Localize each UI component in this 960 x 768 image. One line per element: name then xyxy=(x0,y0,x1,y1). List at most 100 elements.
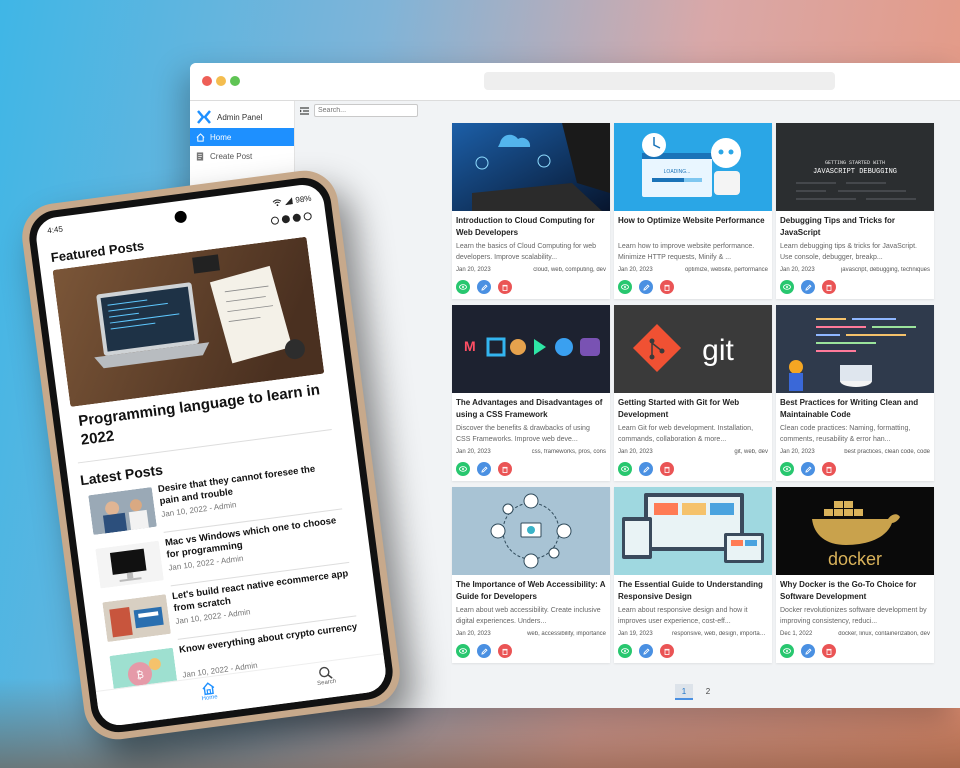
carousel-dot[interactable] xyxy=(292,213,302,223)
minimize-window-button[interactable] xyxy=(216,76,226,86)
close-window-button[interactable] xyxy=(202,76,212,86)
view-button[interactable] xyxy=(618,644,632,658)
post-description: Learn how to improve website performance… xyxy=(618,243,755,261)
pencil-icon xyxy=(480,283,488,291)
post-thumbnail-git: git xyxy=(614,305,772,393)
page-2-button[interactable]: 2 xyxy=(699,684,717,698)
delete-button[interactable] xyxy=(660,280,674,294)
post-actions xyxy=(456,644,512,658)
eye-icon xyxy=(783,648,791,654)
tab-home[interactable]: Home xyxy=(178,677,240,705)
edit-button[interactable] xyxy=(477,280,491,294)
post-meta: Jan 20, 2023 css, frameworks, pros, cons xyxy=(456,449,606,455)
edit-button[interactable] xyxy=(801,644,815,658)
post-meta: Jan 20, 2023 git, web, dev xyxy=(618,449,768,455)
home-icon xyxy=(195,132,205,142)
post-thumbnail-performance: LOADING... xyxy=(614,123,772,211)
edit-button[interactable] xyxy=(639,462,653,476)
post-description: Discover the benefits & drawbacks of usi… xyxy=(456,425,590,443)
post-card: Best Practices for Writing Clean and Mai… xyxy=(776,305,934,481)
delete-button[interactable] xyxy=(498,644,512,658)
view-button[interactable] xyxy=(456,644,470,658)
edit-button[interactable] xyxy=(801,462,815,476)
featured-post-image[interactable] xyxy=(52,236,325,407)
carousel-dot[interactable] xyxy=(303,211,313,221)
post-meta: Jan 19, 2023 responsive, web, design, im… xyxy=(618,631,768,637)
trash-icon xyxy=(664,466,670,473)
carousel-dot[interactable] xyxy=(270,216,280,226)
view-button[interactable] xyxy=(780,462,794,476)
post-title[interactable]: How to Optimize Website Performance xyxy=(618,215,768,227)
post-description: Learn debugging tips & tricks for JavaSc… xyxy=(780,243,917,261)
post-date: Jan 20, 2023 xyxy=(780,267,815,273)
carousel-dot[interactable] xyxy=(281,214,291,224)
delete-button[interactable] xyxy=(660,462,674,476)
post-actions xyxy=(456,280,512,294)
menu-toggle-icon[interactable] xyxy=(300,107,309,115)
pencil-icon xyxy=(804,647,812,655)
post-title[interactable]: Introduction to Cloud Computing for Web … xyxy=(456,215,606,239)
view-button[interactable] xyxy=(456,462,470,476)
post-description: Clean code practices: Naming, formatting… xyxy=(780,425,911,443)
status-bar: 4:45 98% xyxy=(47,192,312,239)
post-actions xyxy=(456,462,512,476)
eye-icon xyxy=(621,284,629,290)
delete-button[interactable] xyxy=(822,280,836,294)
maximize-window-button[interactable] xyxy=(230,76,240,86)
sidebar-item-home[interactable]: Home xyxy=(190,128,294,146)
view-button[interactable] xyxy=(780,644,794,658)
post-title: Desire that they cannot foresee the pain… xyxy=(157,463,316,508)
post-thumbnail xyxy=(88,487,157,536)
sidebar-item-create-post[interactable]: Create Post xyxy=(190,147,294,165)
pencil-icon xyxy=(642,465,650,473)
post-date: Jan 19, 2023 xyxy=(618,631,653,637)
post-title[interactable]: Best Practices for Writing Clean and Mai… xyxy=(780,397,930,421)
post-title[interactable]: The Importance of Web Accessibility: A G… xyxy=(456,579,606,603)
eye-icon xyxy=(621,466,629,472)
search-input[interactable] xyxy=(314,104,418,117)
post-tags: best practices, clean code, code xyxy=(844,449,930,455)
delete-button[interactable] xyxy=(498,280,512,294)
view-button[interactable] xyxy=(780,280,794,294)
trash-icon xyxy=(826,466,832,473)
trash-icon xyxy=(664,648,670,655)
post-title[interactable]: The Advantages and Disadvantages of usin… xyxy=(456,397,606,421)
tab-search[interactable]: Search xyxy=(295,662,357,690)
wifi-icon xyxy=(272,198,282,206)
post-thumbnail-cloud xyxy=(452,123,610,211)
post-meta: Dec 1, 2022 docker, linux, containerizat… xyxy=(780,631,930,637)
delete-button[interactable] xyxy=(822,644,836,658)
post-title[interactable]: Why Docker is the Go-To Choice for Softw… xyxy=(780,579,930,603)
status-time: 4:45 xyxy=(46,224,64,236)
page-1-button[interactable]: 1 xyxy=(675,684,693,700)
post-tags: css, frameworks, pros, cons xyxy=(531,449,606,455)
post-tags: web, accessibility, importance xyxy=(527,631,606,637)
delete-button[interactable] xyxy=(822,462,836,476)
post-title[interactable]: Debugging Tips and Tricks for JavaScript xyxy=(780,215,930,239)
post-tags: git, web, dev xyxy=(734,449,768,455)
view-button[interactable] xyxy=(618,462,632,476)
sidebar-item-label: Create Post xyxy=(210,151,253,161)
trash-icon xyxy=(826,648,832,655)
edit-button[interactable] xyxy=(639,644,653,658)
delete-button[interactable] xyxy=(660,644,674,658)
post-title[interactable]: The Essential Guide to Understanding Res… xyxy=(618,579,768,603)
thumb-heading-text: JAVASCRIPT DEBUGGING xyxy=(813,168,897,176)
post-description: Docker revolutionizes software developme… xyxy=(780,607,927,625)
git-logo-text: git xyxy=(702,334,734,367)
edit-button[interactable] xyxy=(477,462,491,476)
edit-button[interactable] xyxy=(639,280,653,294)
edit-button[interactable] xyxy=(477,644,491,658)
view-button[interactable] xyxy=(618,280,632,294)
post-thumbnail xyxy=(95,540,164,589)
post-actions xyxy=(780,462,836,476)
address-bar[interactable] xyxy=(484,72,835,90)
delete-button[interactable] xyxy=(498,462,512,476)
edit-button[interactable] xyxy=(801,280,815,294)
post-title[interactable]: Getting Started with Git for Web Develop… xyxy=(618,397,768,421)
post-meta: Jan 20, 2023 best practices, clean code,… xyxy=(780,449,930,455)
post-thumbnail-clean-code xyxy=(776,305,934,393)
post-card: Introduction to Cloud Computing for Web … xyxy=(452,123,610,299)
view-button[interactable] xyxy=(456,280,470,294)
thumb-heading-text: GETTING STARTED WITH xyxy=(825,160,885,166)
